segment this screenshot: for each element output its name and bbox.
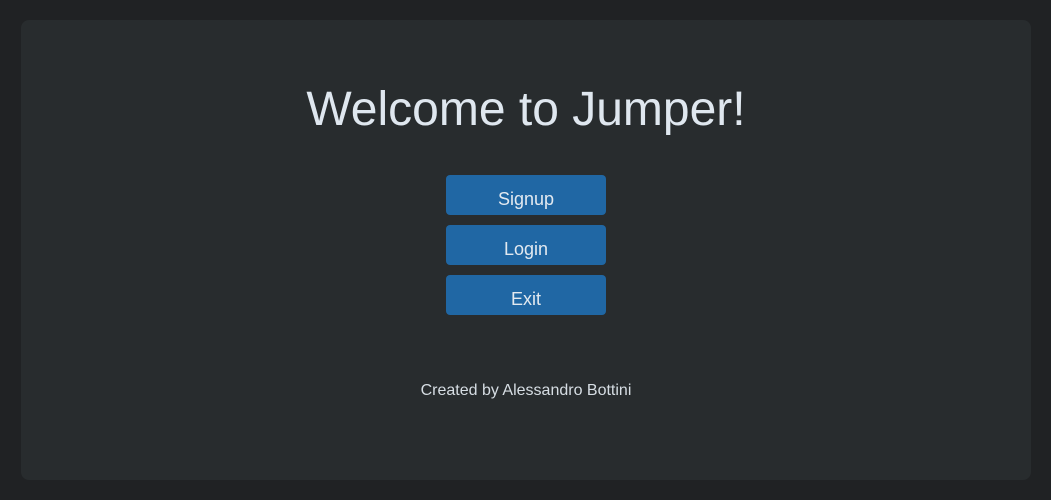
login-button[interactable]: Login (446, 225, 606, 265)
main-panel: Welcome to Jumper! Signup Login Exit Cre… (21, 20, 1031, 480)
main-menu: Signup Login Exit (446, 175, 606, 325)
signup-button[interactable]: Signup (446, 175, 606, 215)
page-title: Welcome to Jumper! (306, 83, 746, 136)
exit-button[interactable]: Exit (446, 275, 606, 315)
credit-text: Created by Alessandro Bottini (420, 382, 632, 399)
